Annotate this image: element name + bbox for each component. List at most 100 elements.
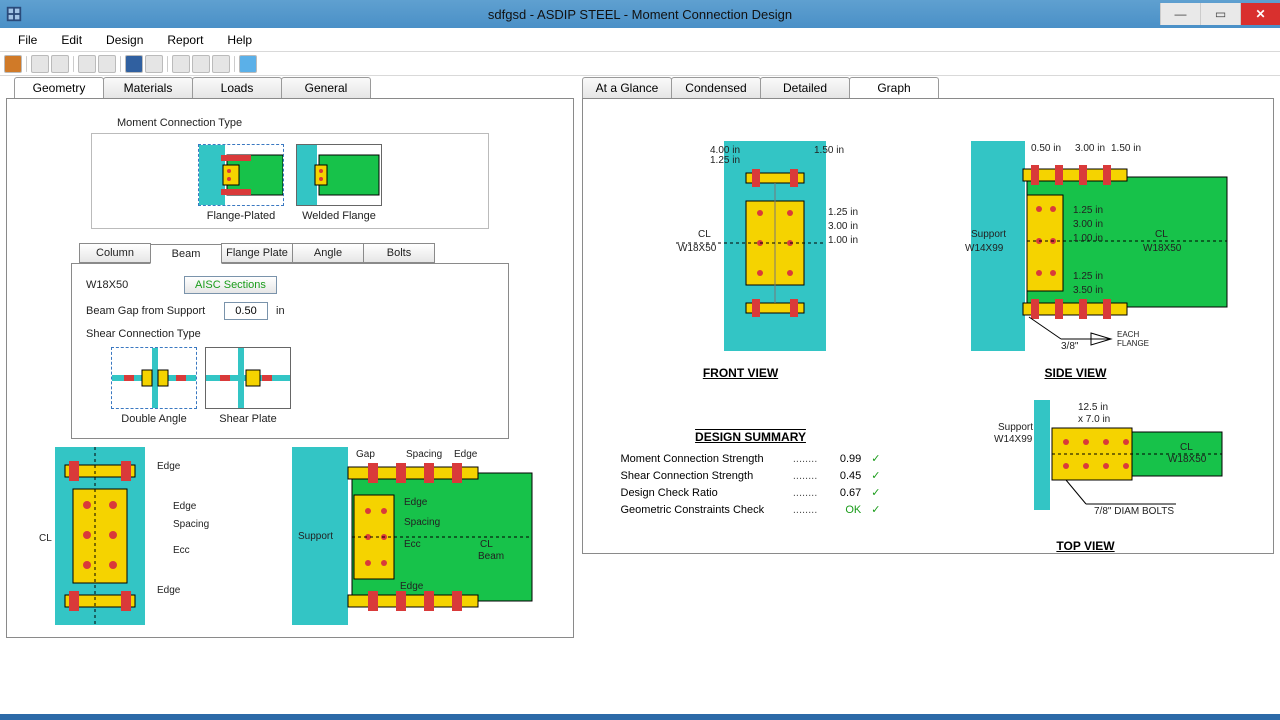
shear-plate[interactable]: Shear Plate [205, 347, 291, 425]
window-title: sdfgsd - ASDIP STEEL - Moment Connection… [0, 7, 1280, 22]
svg-text:Edge: Edge [157, 461, 181, 472]
summary-key: Shear Connection Strength [621, 470, 789, 482]
app-icon [5, 5, 23, 23]
tool-zoom-fit-icon[interactable] [192, 55, 210, 73]
toolbar [0, 52, 1280, 76]
svg-text:CL: CL [39, 533, 52, 544]
svg-text:Support: Support [298, 531, 333, 542]
svg-text:FLANGE: FLANGE [1117, 339, 1149, 348]
svg-text:W14X99: W14X99 [965, 243, 1004, 254]
side-view: 0.50 in 3.00 in 1.50 in 1.25 in 3.00 in … [911, 117, 1241, 380]
menu-design[interactable]: Design [94, 30, 155, 50]
svg-text:1.25 in: 1.25 in [1073, 271, 1103, 282]
summary-key: Geometric Constraints Check [621, 504, 789, 516]
svg-text:1.25 in: 1.25 in [710, 155, 740, 166]
check-icon: ✓ [871, 503, 880, 516]
svg-text:W18X50: W18X50 [1168, 454, 1207, 465]
svg-text:Ecc: Ecc [404, 539, 421, 550]
tool-pm-icon[interactable] [4, 55, 22, 73]
beam-section-label: W18X50 [86, 279, 176, 291]
svg-text:0.50 in: 0.50 in [1031, 143, 1061, 154]
toolbar-sep [73, 56, 74, 72]
shear-double-angle-label: Double Angle [111, 413, 197, 425]
svg-text:3.00 in: 3.00 in [1075, 143, 1105, 154]
front-view-title: FRONT VIEW [616, 366, 866, 380]
check-icon: ✓ [871, 469, 880, 482]
tab-loads[interactable]: Loads [192, 77, 282, 99]
svg-text:3.00 in: 3.00 in [1073, 219, 1103, 230]
tool-print-icon[interactable] [145, 55, 163, 73]
svg-text:CL: CL [480, 539, 493, 550]
top-view-title: TOP VIEW [936, 539, 1236, 553]
svg-text:1.00 in: 1.00 in [828, 235, 858, 246]
svg-text:3/8": 3/8" [1061, 341, 1079, 352]
menu-file[interactable]: File [6, 30, 49, 50]
menu-edit[interactable]: Edit [49, 30, 94, 50]
svg-text:Ecc: Ecc [173, 545, 190, 556]
left-tabs: Geometry Materials Loads General [14, 76, 574, 98]
summary-title: DESIGN SUMMARY [621, 430, 881, 444]
shear-conn-label: Shear Connection Type [86, 328, 494, 340]
svg-text:Spacing: Spacing [404, 517, 440, 528]
tool-help-icon[interactable] [239, 55, 257, 73]
tool-paste-icon[interactable] [51, 55, 69, 73]
tab-general[interactable]: General [281, 77, 371, 99]
toolbar-sep [120, 56, 121, 72]
taskbar [0, 714, 1280, 720]
svg-text:W18X50: W18X50 [1143, 243, 1182, 254]
beam-gap-input[interactable] [224, 302, 268, 320]
tool-redo-icon[interactable] [98, 55, 116, 73]
maximize-button[interactable]: ▭ [1200, 3, 1240, 25]
svg-text:12.5 in: 12.5 in [1078, 402, 1108, 413]
conn-welded-flange[interactable]: Welded Flange [296, 144, 382, 222]
tab-graph[interactable]: Graph [849, 77, 939, 99]
svg-text:1.25 in: 1.25 in [828, 207, 858, 218]
tab-detailed[interactable]: Detailed [760, 77, 850, 99]
tool-module-icon[interactable] [125, 55, 143, 73]
toolbar-sep [167, 56, 168, 72]
subtab-beam[interactable]: Beam [150, 244, 222, 264]
shear-plate-label: Shear Plate [205, 413, 291, 425]
right-tabs: At a Glance Condensed Detailed Graph [582, 76, 1274, 98]
summary-val: 0.67 [821, 487, 861, 499]
close-button[interactable]: ✕ [1240, 3, 1280, 25]
svg-text:3.00 in: 3.00 in [828, 221, 858, 232]
shear-double-angle[interactable]: Double Angle [111, 347, 197, 425]
summary-key: Moment Connection Strength [621, 453, 789, 465]
svg-text:7/8" DIAM BOLTS: 7/8" DIAM BOLTS [1094, 506, 1174, 517]
top-view: 12.5 in x 7.0 in Support W14X99 CL W18X5… [936, 400, 1236, 553]
tab-geometry[interactable]: Geometry [14, 77, 104, 99]
summary-val: OK [821, 504, 861, 516]
subtab-column[interactable]: Column [79, 243, 151, 263]
tab-condensed[interactable]: Condensed [671, 77, 761, 99]
subtab-flange-plate[interactable]: Flange Plate [221, 243, 293, 263]
conn-flange-plated[interactable]: Flange-Plated [198, 144, 284, 222]
subtabs: Column Beam Flange Plate Angle Bolts [79, 243, 563, 263]
tool-zoom-out-icon[interactable] [172, 55, 190, 73]
svg-text:CL: CL [1155, 229, 1168, 240]
tool-copy-icon[interactable] [31, 55, 49, 73]
subtab-angle[interactable]: Angle [292, 243, 364, 263]
side-view-title: SIDE VIEW [911, 366, 1241, 380]
svg-text:EACH: EACH [1117, 330, 1139, 339]
menu-help[interactable]: Help [215, 30, 264, 50]
tab-materials[interactable]: Materials [103, 77, 193, 99]
menu-report[interactable]: Report [155, 30, 215, 50]
tool-page-icon[interactable] [212, 55, 230, 73]
moment-conn-label: Moment Connection Type [117, 117, 563, 129]
design-summary: DESIGN SUMMARY Moment Connection Strengt… [621, 430, 881, 553]
tab-at-a-glance[interactable]: At a Glance [582, 77, 672, 99]
tool-undo-icon[interactable] [78, 55, 96, 73]
svg-text:Edge: Edge [404, 497, 428, 508]
aisc-sections-button[interactable]: AISC Sections [184, 276, 277, 294]
subtab-bolts[interactable]: Bolts [363, 243, 435, 263]
minimize-button[interactable]: — [1160, 3, 1200, 25]
svg-text:Support: Support [971, 229, 1006, 240]
summary-key: Design Check Ratio [621, 487, 789, 499]
svg-text:Beam: Beam [478, 551, 504, 562]
svg-text:Edge: Edge [173, 501, 197, 512]
svg-text:CL: CL [1180, 442, 1193, 453]
menubar: File Edit Design Report Help [0, 28, 1280, 52]
titlebar: sdfgsd - ASDIP STEEL - Moment Connection… [0, 0, 1280, 28]
svg-text:x 7.0 in: x 7.0 in [1078, 414, 1110, 425]
